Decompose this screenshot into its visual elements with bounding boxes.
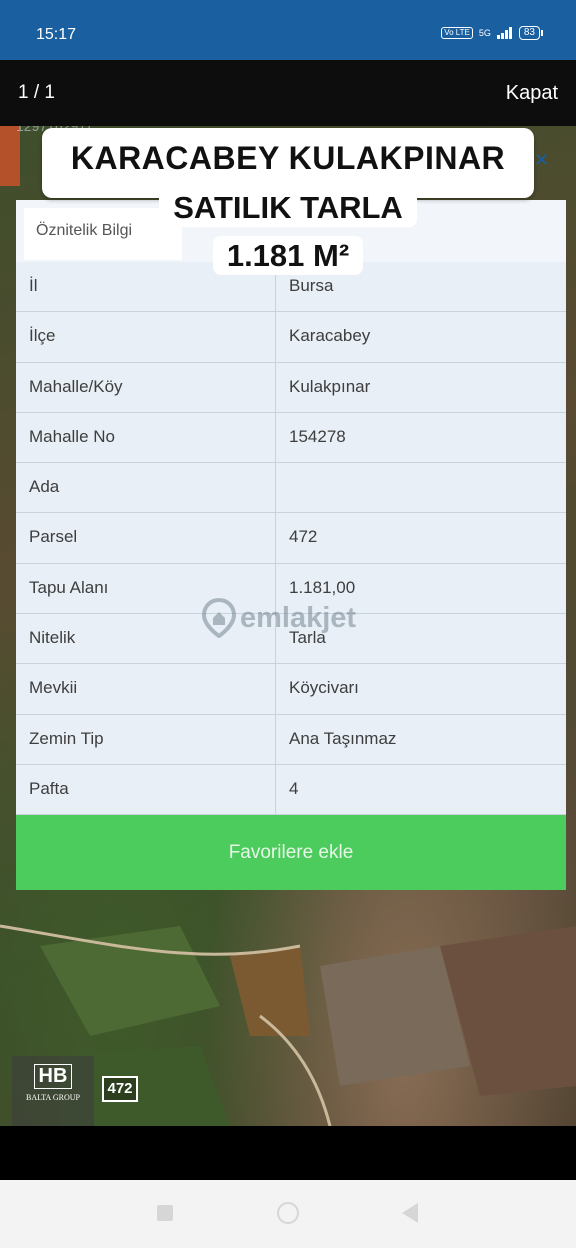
- logo-name: BALTA GROUP: [26, 1093, 80, 1102]
- table-row: Zemin Tip Ana Taşınmaz: [16, 714, 566, 765]
- balta-group-logo: HB BALTA GROUP: [12, 1056, 94, 1126]
- row-value: 154278: [289, 426, 346, 446]
- home-button[interactable]: [277, 1202, 299, 1224]
- table-row: Mevkii Köycivarı: [16, 664, 566, 715]
- row-key: Ada: [16, 463, 276, 513]
- battery-icon: 83: [518, 26, 544, 40]
- watermark-text: emlakjet: [240, 601, 357, 634]
- status-bar: 15:17 Vo LTE 5G 83: [0, 0, 576, 60]
- title-line-2: SATILIK TARLA: [159, 188, 417, 227]
- row-key: Zemin Tip: [16, 714, 276, 764]
- add-to-favorites-button: Favorilere ekle: [16, 815, 566, 890]
- row-value: Kulakpınar: [289, 376, 371, 396]
- title-line-3-wrap: 1.181 M²: [0, 236, 576, 275]
- logo-mark: HB: [33, 1064, 73, 1089]
- row-value: Ana Taşınmaz: [289, 728, 397, 748]
- emlakjet-watermark: emlakjet: [202, 598, 356, 638]
- title-line-1: KARACABEY KULAKPINAR: [70, 140, 506, 176]
- signal-icon: [496, 27, 512, 39]
- title-line-3: 1.181 M²: [212, 236, 364, 275]
- row-value: 472: [289, 527, 318, 547]
- row-key: Mevkii: [16, 664, 276, 714]
- volte-icon: Vo LTE: [441, 27, 473, 39]
- row-key: Pafta: [16, 764, 276, 815]
- row-value: 4: [289, 778, 299, 798]
- attribute-table: İl Bursa İlçe Karacabey Mahalle/Köy Kulakpı…: [16, 262, 566, 816]
- row-value: Karacabey: [289, 326, 371, 346]
- table-row: Pafta 4: [16, 764, 566, 816]
- network-label: 5G: [478, 28, 491, 38]
- table-row: İlçe Karacabey: [16, 312, 566, 363]
- row-value: [276, 463, 566, 512]
- row-key: Mahalle/Köy: [16, 362, 276, 412]
- status-time: 15:17: [36, 26, 77, 43]
- table-row: Mahalle/Köy Kulakpınar: [16, 362, 566, 413]
- location-pin-icon: [202, 598, 236, 638]
- table-row: Mahalle No 154278: [16, 412, 566, 464]
- back-button[interactable]: [402, 1203, 418, 1223]
- system-nav-bar: [0, 1180, 576, 1248]
- attribute-panel: Öznitelik Bilgi İl Bursa İlçe Karacabey Ma…: [16, 200, 566, 890]
- parcel-label: 472: [102, 1076, 138, 1102]
- recents-button[interactable]: [157, 1205, 173, 1221]
- image-counter: 1 / 1: [18, 82, 55, 103]
- close-button[interactable]: Kapat: [506, 82, 558, 105]
- chevron-icon: ✕: [534, 150, 550, 170]
- table-row: Ada: [16, 463, 566, 514]
- row-key: Mahalle No: [16, 412, 276, 463]
- table-row: Parsel 472: [16, 513, 566, 564]
- row-key: Parsel: [16, 513, 276, 563]
- status-icons: Vo LTE 5G 83: [441, 26, 544, 40]
- title-line-2-wrap: SATILIK TARLA: [0, 188, 576, 227]
- image-viewer-bar: 1 / 1 Kapat: [0, 60, 576, 126]
- photo-edge-strip: [0, 126, 20, 186]
- row-value: Köycivarı: [289, 678, 359, 698]
- row-key: İlçe: [16, 312, 276, 362]
